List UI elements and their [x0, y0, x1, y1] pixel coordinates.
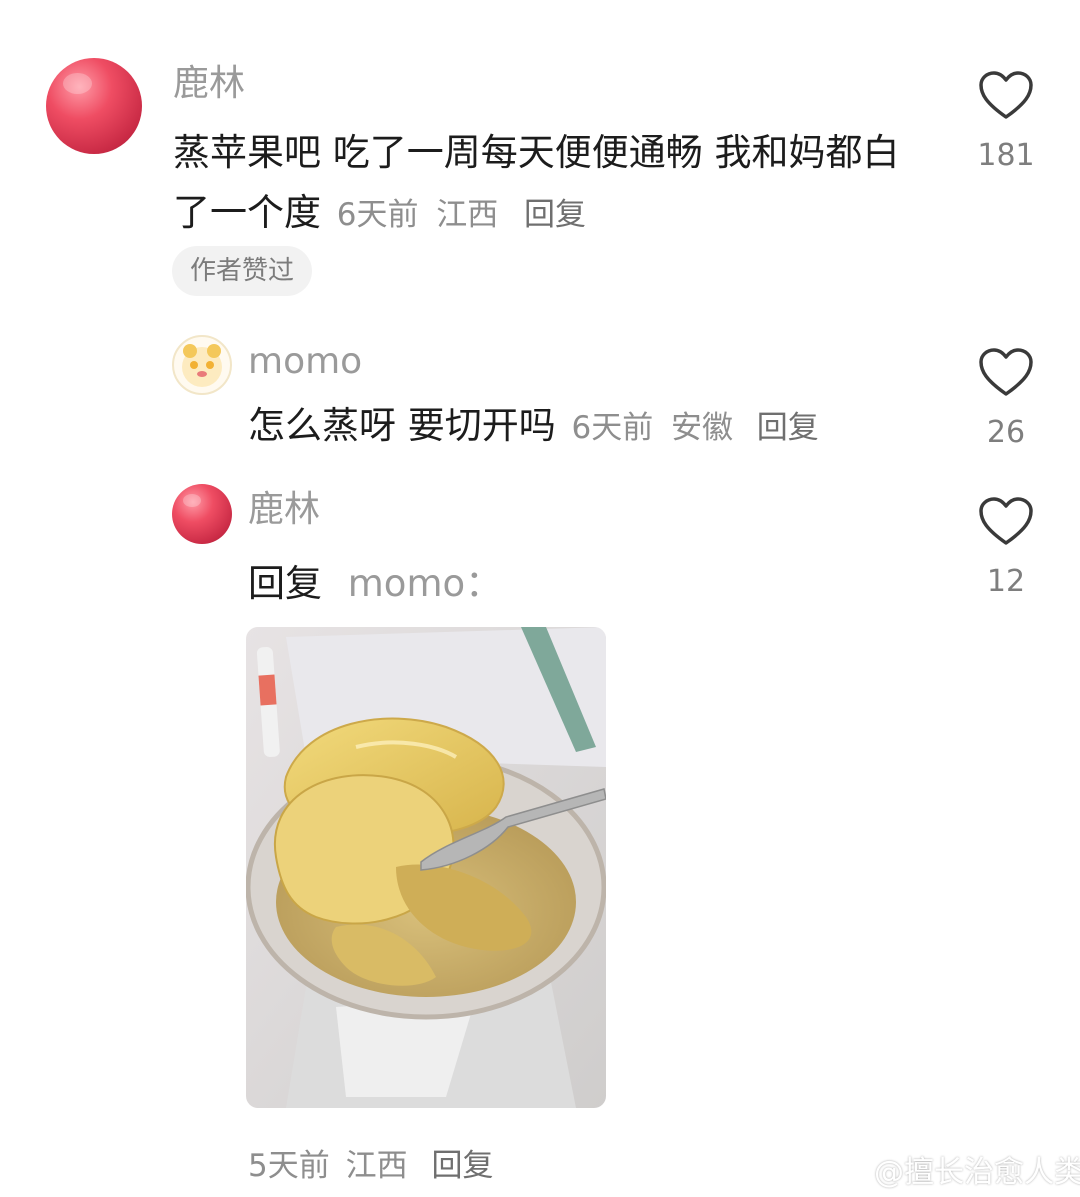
avatar[interactable]: [172, 335, 232, 395]
reply-time: 6天前: [571, 410, 654, 446]
like-count: 181: [977, 138, 1035, 173]
reply-text: 怎么蒸呀 要切开吗: [248, 404, 556, 447]
heart-outline-icon[interactable]: [978, 70, 1034, 122]
avatar[interactable]: [172, 484, 232, 544]
reply-body: 怎么蒸呀 要切开吗 6天前 安徽 回复: [248, 396, 928, 458]
reply-to-line: 回复 momo：: [248, 562, 502, 606]
avatar[interactable]: [46, 58, 142, 154]
reply-button[interactable]: 回复: [431, 1148, 493, 1184]
reply-photo[interactable]: [246, 627, 606, 1108]
heart-outline-icon[interactable]: [978, 347, 1034, 399]
steamed-apple-bowl-image: [246, 627, 606, 1108]
reply-username[interactable]: 鹿林: [248, 490, 320, 530]
watermark: @擅长治愈人类: [830, 1147, 1080, 1191]
reply-meta: 5天前 江西 回复: [248, 1140, 493, 1185]
cartoon-dog-avatar-icon: [182, 344, 222, 387]
watermark-text: @擅长治愈人类: [874, 1155, 1080, 1190]
comment-body: 蒸苹果吧 吃了一周每天便便通畅 我和妈都白了一个度 6天前 江西 回复: [173, 123, 913, 245]
reply-time: 5天前: [248, 1148, 330, 1184]
reply-button[interactable]: 回复: [524, 197, 586, 233]
reply-location: 安徽: [671, 410, 734, 446]
author-liked-badge: 作者赞过: [172, 246, 313, 296]
reply-username[interactable]: momo: [248, 342, 362, 382]
heart-outline-icon[interactable]: [978, 496, 1034, 548]
weibo-icon: [830, 1154, 868, 1185]
comment-location: 江西: [436, 197, 499, 233]
like-count: 12: [986, 564, 1026, 599]
reply-location: 江西: [345, 1148, 408, 1184]
like-count: 26: [986, 415, 1026, 450]
reply-button[interactable]: 回复: [757, 410, 819, 446]
reply-prefix: 回复: [248, 562, 322, 605]
reply-target-username[interactable]: momo：: [348, 562, 502, 605]
comment-time: 6天前: [336, 197, 419, 233]
comment-username[interactable]: 鹿林: [173, 64, 245, 104]
